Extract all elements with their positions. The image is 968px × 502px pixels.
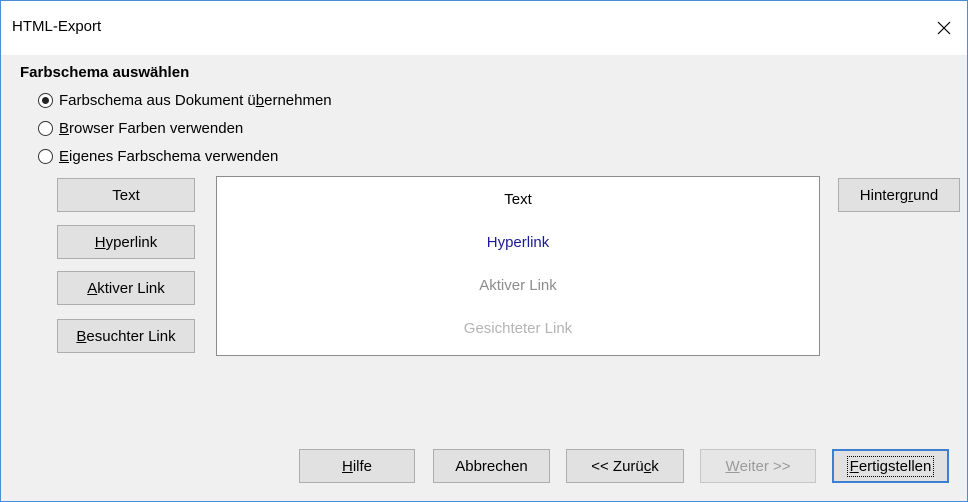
cancel-button[interactable]: Abbrechen [433,449,550,483]
focus-ring: Fertigstellen [846,455,935,477]
window-title: HTML-Export [12,18,102,35]
preview-text: Text [504,191,532,208]
color-scheme-heading: Farbschema auswählen [20,64,190,81]
hyperlink-color-button[interactable]: Hyperlink [57,225,195,259]
radio-label: Eigenes Farbschema verwenden [59,148,279,165]
radio-document-colors[interactable]: Farbschema aus Dokument übernehmen [38,92,332,109]
preview-visited-link: Gesichteter Link [463,320,573,337]
radio-label: Browser Farben verwenden [59,120,244,137]
preview-active-link: Aktiver Link [479,277,557,294]
radio-selected-dot [42,97,49,104]
text-color-button[interactable]: Text [57,178,195,212]
help-button[interactable]: Hilfe [299,449,415,483]
close-icon [937,21,951,35]
radio-custom-colors[interactable]: Eigenes Farbschema verwenden [38,148,278,165]
background-color-button[interactable]: Hinterg r und [838,178,960,212]
next-button[interactable]: Weiter >> [700,449,816,483]
radio-button[interactable] [38,149,53,164]
radio-browser-colors[interactable]: Browser Farben verwenden [38,120,243,137]
radio-label: Farbschema aus Dokument übernehmen [59,92,332,109]
radio-button[interactable] [38,93,53,108]
html-export-dialog: HTML-Export Farbschema auswählen Farbsch… [0,0,968,502]
visited-link-color-button[interactable]: Besuchter Link [57,319,195,353]
radio-button[interactable] [38,121,53,136]
back-button[interactable]: << Zurü c k [566,449,684,483]
preview-hyperlink: Hyperlink [486,234,550,251]
active-link-color-button[interactable]: Aktiver Link [57,271,195,305]
finish-button[interactable]: Fertigstellen [832,449,949,483]
title-bar: HTML-Export [1,1,967,55]
color-preview: Text Hyperlink Aktiver Link Gesichteter … [216,176,820,356]
close-button[interactable] [921,1,967,55]
